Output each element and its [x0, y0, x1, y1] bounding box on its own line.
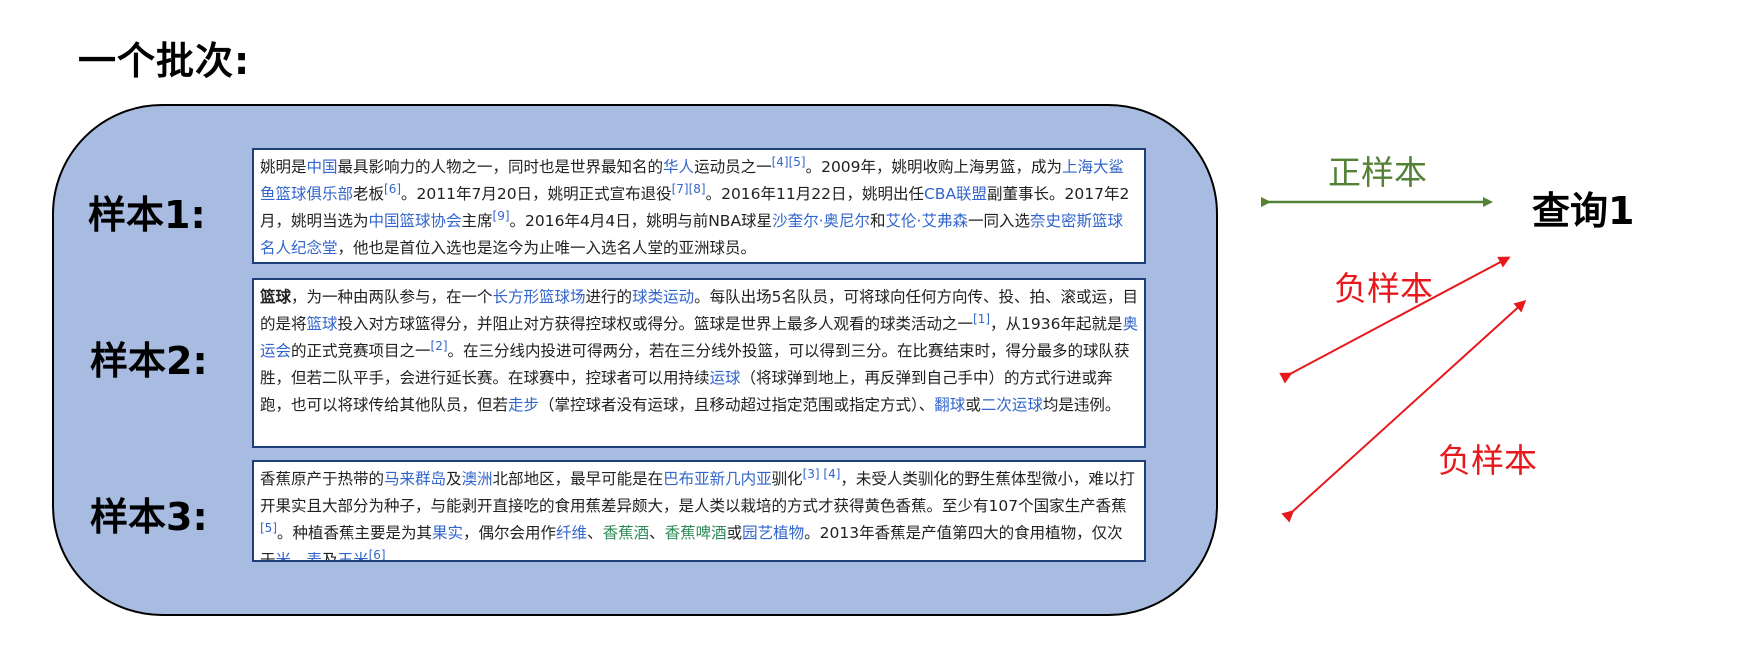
positive-sample-label: 正样本: [1328, 153, 1427, 192]
negative-sample-label-2: 负样本: [1438, 441, 1537, 480]
query-label: 查询1: [1532, 189, 1635, 233]
negative-sample-label-1: 负样本: [1334, 269, 1433, 308]
arrows-layer: [1261, 197, 1527, 523]
